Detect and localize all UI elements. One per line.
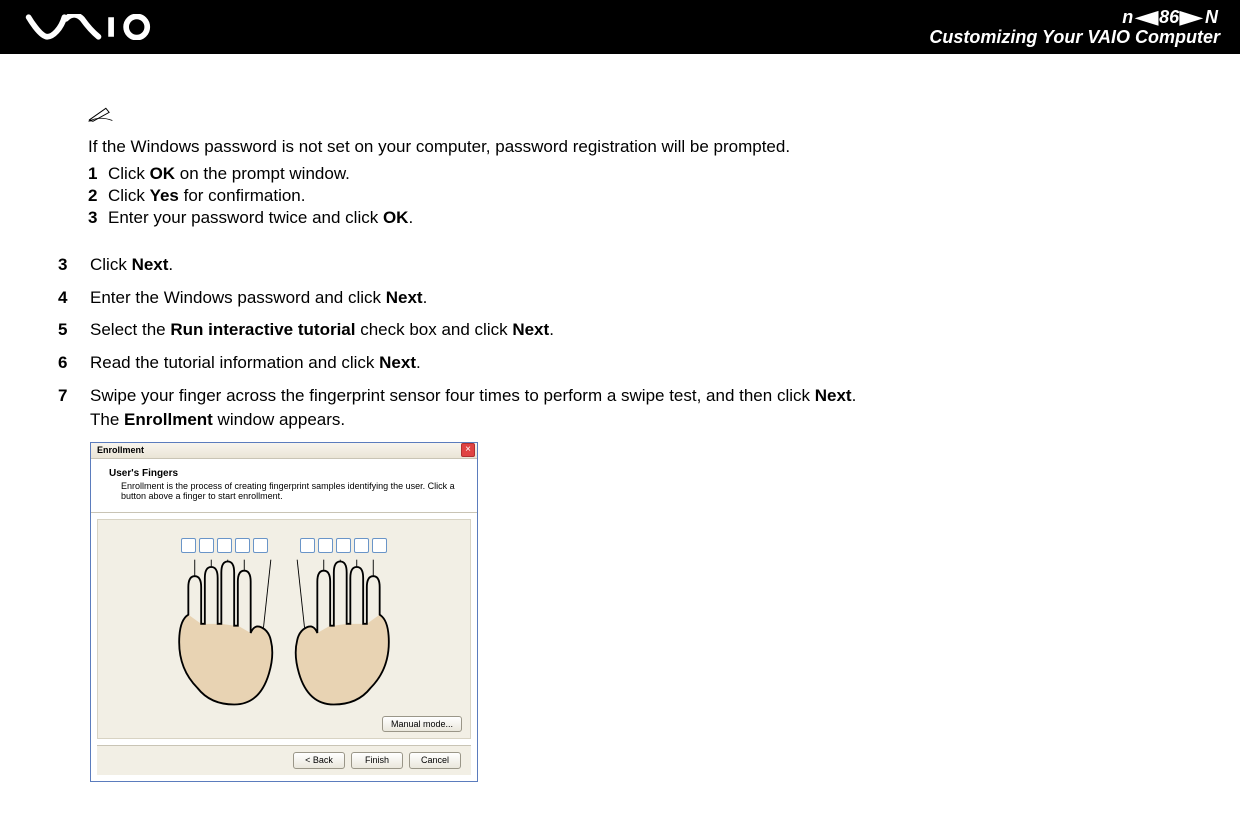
page-number: 86: [1159, 8, 1179, 26]
manual-mode-button[interactable]: Manual mode...: [382, 716, 462, 733]
substep-text: Click OK on the prompt window.: [108, 163, 350, 185]
next-page-icon[interactable]: ▶: [1180, 8, 1202, 26]
note-icon: [88, 109, 114, 128]
substep-1: 1 Click OK on the prompt window.: [88, 163, 1180, 185]
finger-checkboxes: [108, 538, 460, 553]
step-text: Read the tutorial information and click …: [90, 351, 1180, 375]
finger-checkbox-r1[interactable]: [300, 538, 315, 553]
cancel-button[interactable]: Cancel: [409, 752, 461, 769]
note-intro: If the Windows password is not set on yo…: [88, 135, 1180, 159]
note-substeps: 1 Click OK on the prompt window. 2 Click…: [88, 163, 1180, 229]
finish-button[interactable]: Finish: [351, 752, 403, 769]
vaio-logo: [22, 14, 162, 40]
enrollment-title: Enrollment: [97, 444, 144, 457]
finger-checkbox-r4[interactable]: [354, 538, 369, 553]
finger-checkbox-l3[interactable]: [217, 538, 232, 553]
header-bar: n ◀ 86 ▶ N Customizing Your VAIO Compute…: [0, 0, 1240, 54]
step-3: 3 Click Next.: [58, 253, 1180, 277]
step-text: Click Next.: [90, 253, 1180, 277]
nav-n-left[interactable]: n: [1122, 8, 1133, 26]
step-text: Enter the Windows password and click Nex…: [90, 286, 1180, 310]
hands-illustration: [108, 553, 460, 713]
finger-checkbox-r5[interactable]: [372, 538, 387, 553]
step-num: 7: [58, 384, 90, 432]
header-right: n ◀ 86 ▶ N Customizing Your VAIO Compute…: [929, 8, 1220, 46]
finger-checkbox-l4[interactable]: [235, 538, 250, 553]
step-7: 7 Swipe your finger across the fingerpri…: [58, 384, 1180, 432]
enrollment-window: Enrollment × User's Fingers Enrollment i…: [90, 442, 478, 782]
step-5: 5 Select the Run interactive tutorial ch…: [58, 318, 1180, 342]
back-button[interactable]: < Back: [293, 752, 345, 769]
step-6: 6 Read the tutorial information and clic…: [58, 351, 1180, 375]
substep-text: Enter your password twice and click OK.: [108, 207, 413, 229]
page-content: If the Windows password is not set on yo…: [0, 54, 1240, 822]
substep-num: 1: [88, 163, 108, 185]
step-text: Swipe your finger across the fingerprint…: [90, 384, 1180, 432]
section-title: Customizing Your VAIO Computer: [929, 28, 1220, 46]
step-num: 4: [58, 286, 90, 310]
finger-checkbox-l1[interactable]: [181, 538, 196, 553]
enrollment-header: User's Fingers Enrollment is the process…: [91, 459, 477, 514]
enrollment-titlebar: Enrollment ×: [91, 443, 477, 459]
enrollment-header-subtitle: Enrollment is the process of creating fi…: [109, 481, 459, 503]
enrollment-header-title: User's Fingers: [109, 467, 459, 481]
finger-checkbox-r3[interactable]: [336, 538, 351, 553]
substep-num: 2: [88, 185, 108, 207]
right-hand-icon: [288, 553, 398, 713]
finger-checkbox-r2[interactable]: [318, 538, 333, 553]
step-num: 5: [58, 318, 90, 342]
nav-n-right[interactable]: N: [1205, 8, 1218, 26]
main-steps: 3 Click Next. 4 Enter the Windows passwo…: [58, 253, 1180, 432]
substep-text: Click Yes for confirmation.: [108, 185, 305, 207]
substep-2: 2 Click Yes for confirmation.: [88, 185, 1180, 207]
note-block: If the Windows password is not set on yo…: [88, 104, 1180, 229]
step-text: Select the Run interactive tutorial chec…: [90, 318, 1180, 342]
step-num: 6: [58, 351, 90, 375]
substep-3: 3 Enter your password twice and click OK…: [88, 207, 1180, 229]
finger-checkbox-l5[interactable]: [253, 538, 268, 553]
step-num: 3: [58, 253, 90, 277]
left-hand-icon: [170, 553, 280, 713]
substep-num: 3: [88, 207, 108, 229]
close-icon[interactable]: ×: [461, 443, 475, 457]
hands-area: Manual mode...: [97, 519, 471, 739]
step-4: 4 Enter the Windows password and click N…: [58, 286, 1180, 310]
prev-page-icon[interactable]: ◀: [1136, 8, 1158, 26]
right-hand-checkboxes: [300, 538, 387, 553]
page-nav: n ◀ 86 ▶ N: [1120, 8, 1220, 26]
finger-checkbox-l2[interactable]: [199, 538, 214, 553]
left-hand-checkboxes: [181, 538, 268, 553]
enrollment-button-bar: < Back Finish Cancel: [97, 745, 471, 775]
